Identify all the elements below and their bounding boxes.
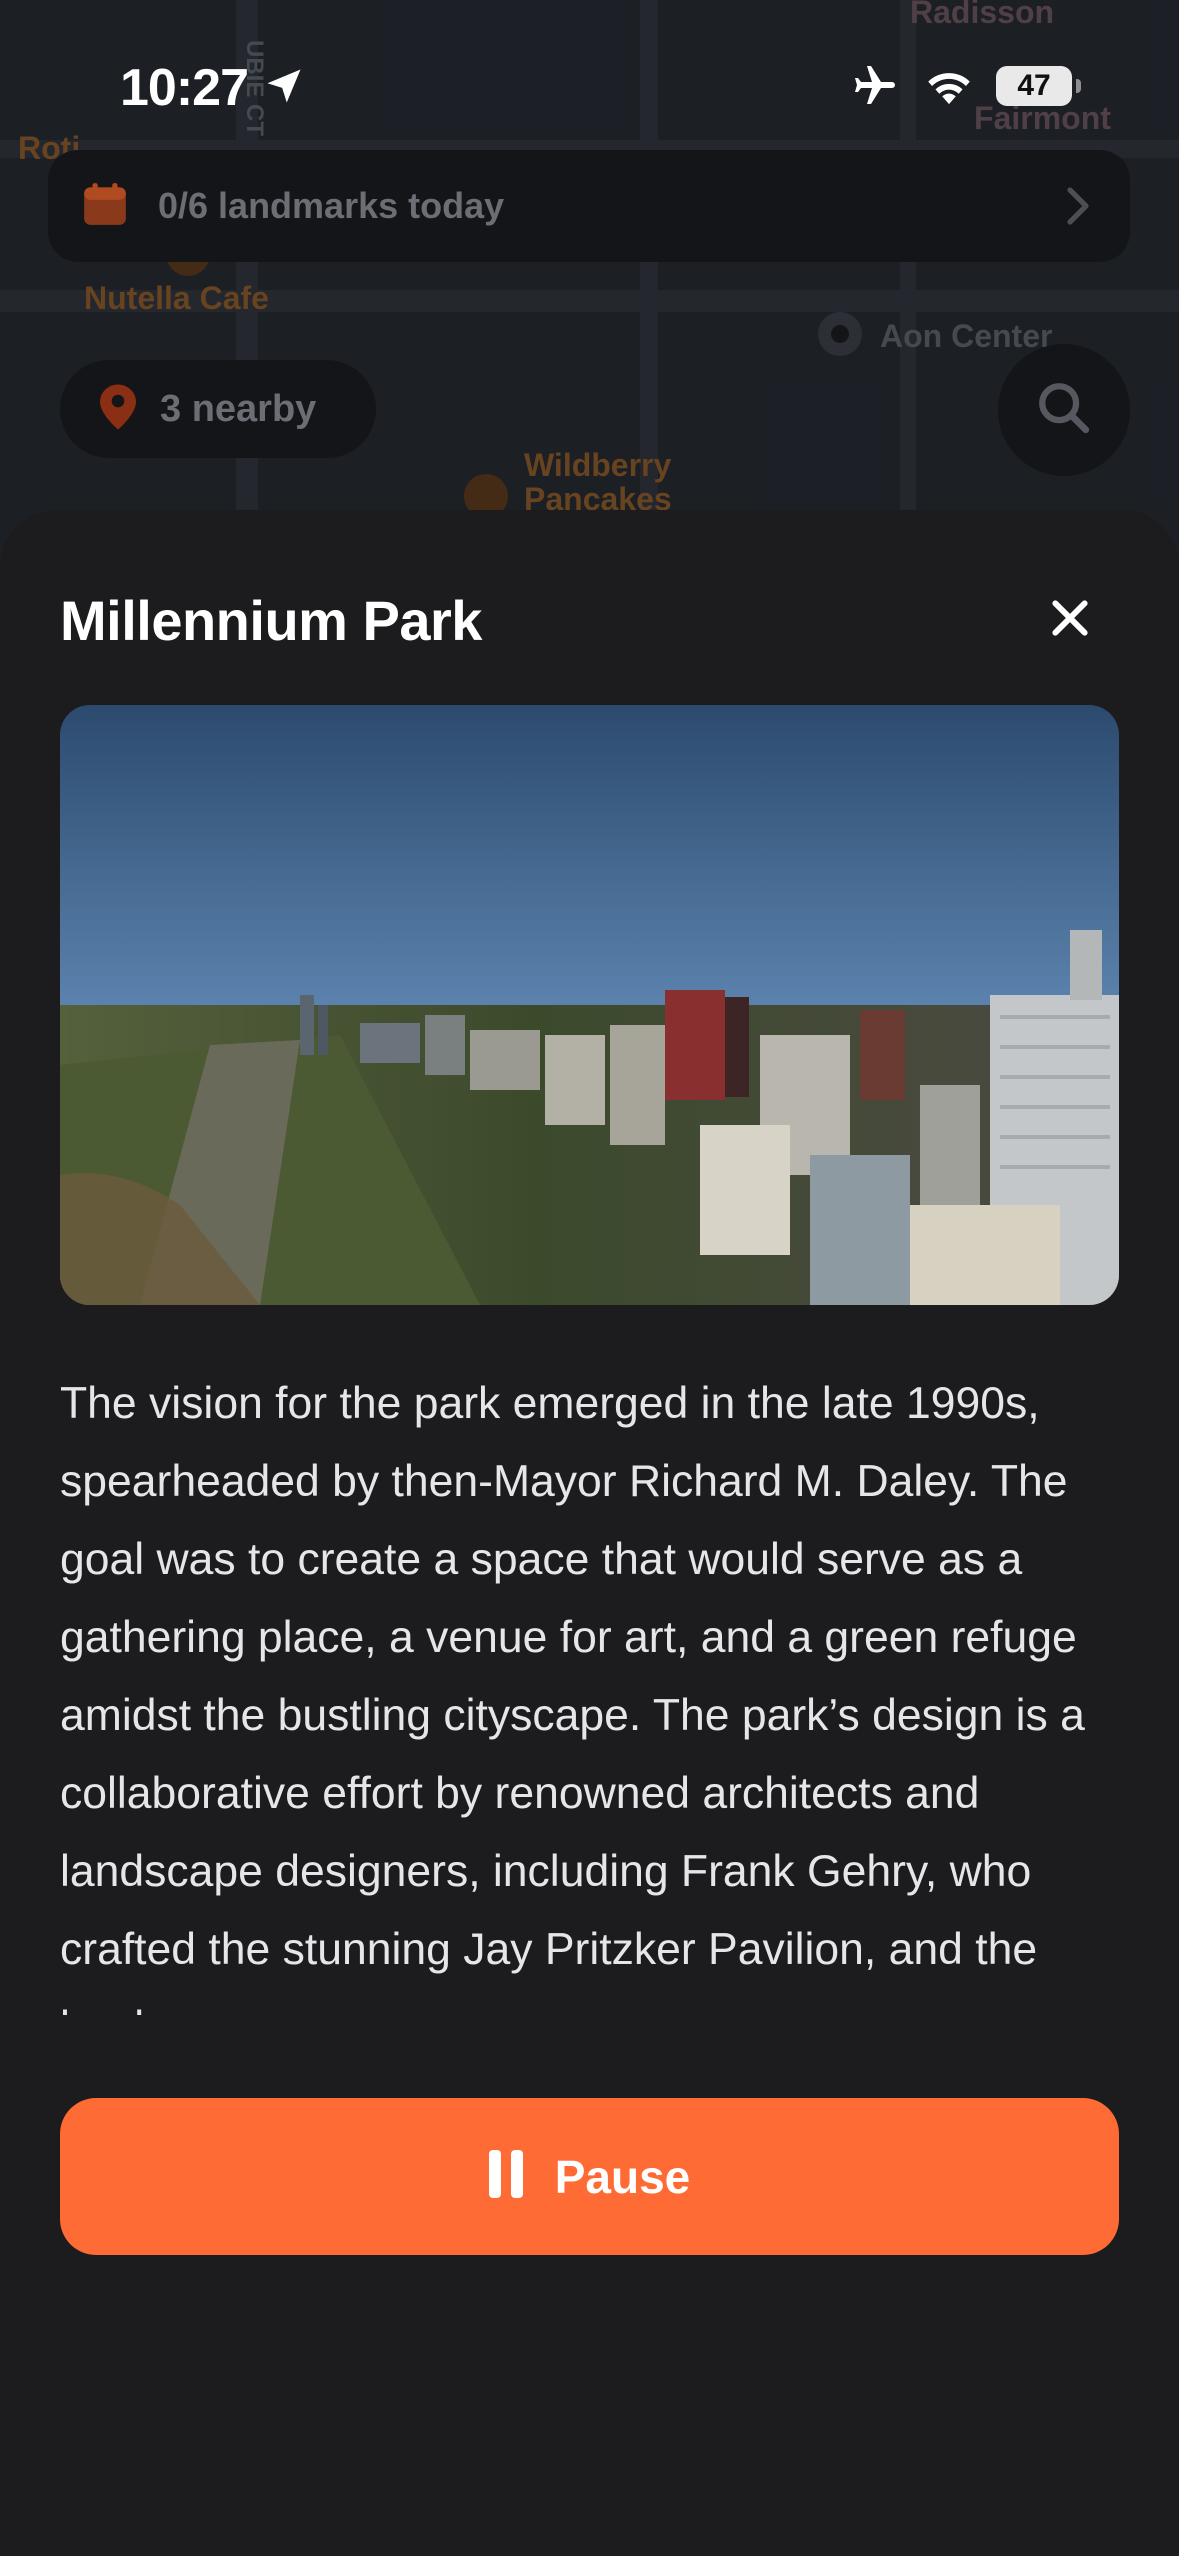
close-icon [1048, 596, 1092, 645]
calendar-icon [80, 179, 130, 234]
pause-label: Pause [554, 2150, 691, 2203]
pause-button[interactable]: Pause [60, 2098, 1119, 2255]
landmark-detail-sheet: Millennium Park The vision for the park … [0, 510, 1179, 2556]
close-button[interactable] [1040, 590, 1100, 650]
nearby-label: 3 nearby [160, 387, 317, 430]
status-time: 10:27 [120, 59, 249, 117]
description-text: The vision for the park emerged in the l… [60, 1379, 1085, 2015]
landmark-photo [60, 705, 1119, 1305]
landmarks-progress-text: 0/6 landmarks today [158, 185, 505, 226]
battery-indicator: 47 [996, 66, 1081, 106]
status-bar: 10:27 47 [0, 0, 1179, 170]
nearby-button[interactable]: 3 nearby [60, 360, 376, 458]
location-arrow-icon [262, 64, 306, 113]
landmarks-progress-banner[interactable]: 0/6 landmarks today [48, 150, 1130, 262]
search-icon [1035, 379, 1093, 442]
wifi-icon [920, 64, 978, 113]
map-pin-icon [100, 384, 136, 435]
search-button[interactable] [998, 344, 1130, 476]
pause-icon [488, 2150, 523, 2203]
chevron-right-icon [1066, 186, 1090, 231]
airplane-icon [848, 62, 902, 115]
landmark-title: Millennium Park [60, 589, 482, 652]
landmark-description: The vision for the park emerged in the l… [60, 1365, 1130, 2015]
